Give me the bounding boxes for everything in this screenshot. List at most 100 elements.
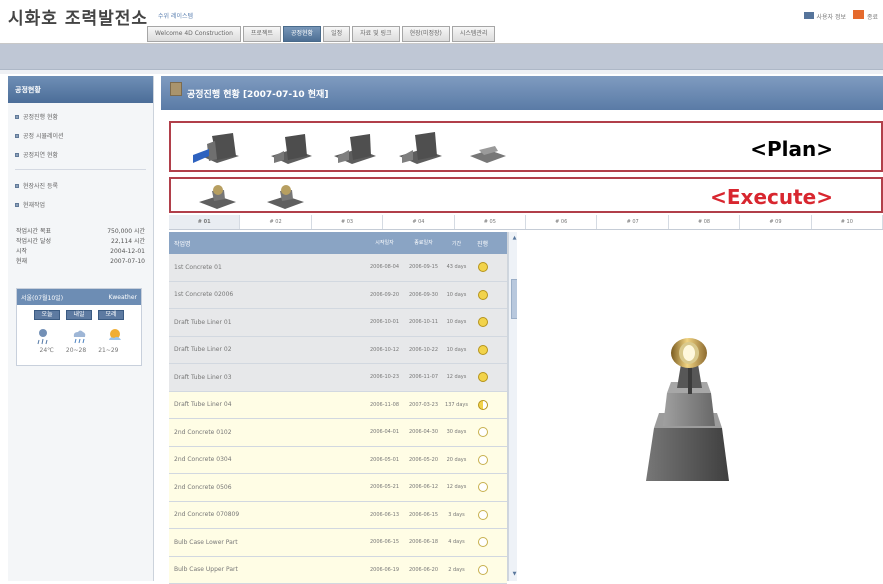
task-name: Draft Tube Liner 01 [169, 319, 365, 326]
turbine-model-3d[interactable] [517, 232, 883, 581]
end-date: 2006-06-15 [404, 512, 443, 518]
model-viewer[interactable] [517, 232, 883, 581]
sidebar-item-label: 공정 시뮬레이션 [23, 131, 64, 140]
table-row[interactable]: 2nd Concrete 0304 2006-05-01 2006-05-20 … [169, 447, 507, 475]
task-name: 1st Concrete 02006 [169, 291, 365, 298]
execute-phase-strip: <Execute> [169, 177, 883, 213]
table-row[interactable]: Draft Tube Liner 01 2006-10-01 2006-10-1… [169, 309, 507, 337]
plan-model-2[interactable] [271, 134, 312, 164]
table-row[interactable]: 1st Concrete 01 2006-08-04 2006-09-15 43… [169, 254, 507, 282]
duration: 20 days [443, 457, 470, 463]
progress-status-icon [478, 537, 488, 547]
task-name: 2nd Concrete 070809 [169, 511, 365, 518]
tab-step-01[interactable]: # 01 [169, 215, 240, 229]
stat-row: 작업시간 달성22,114 시간 [16, 237, 145, 247]
tab-step-08[interactable]: # 08 [669, 215, 740, 229]
table-row[interactable]: Draft Tube Liner 04 2006-11-08 2007-03-2… [169, 392, 507, 420]
task-name: 2nd Concrete 0102 [169, 429, 365, 436]
plan-label: <Plan> [750, 137, 833, 161]
tab-step-03[interactable]: # 03 [312, 215, 383, 229]
task-name: Bulb Case Upper Part [169, 566, 365, 573]
sidebar-item-label: 현재작업 [23, 200, 45, 209]
tab-step-09[interactable]: # 09 [740, 215, 811, 229]
bullet-icon [15, 115, 19, 119]
table-row[interactable]: Bulb Case Lower Part 2006-06-15 2006-06-… [169, 529, 507, 557]
tab-step-07[interactable]: # 07 [597, 215, 668, 229]
progress-status-icon [478, 455, 488, 465]
sidebar-item-process-simulation[interactable]: 공정 시뮬레이션 [15, 131, 146, 140]
nav-progress[interactable]: 공정현황 [283, 26, 321, 42]
weather-title: 서울(07월10일) [21, 293, 63, 302]
plan-model-4[interactable] [399, 132, 442, 164]
header-band [0, 44, 883, 70]
table-row[interactable]: 1st Concrete 02006 2006-09-20 2006-09-30… [169, 282, 507, 310]
stat-value: 2007-07-10 [110, 257, 145, 267]
plan-model-3[interactable] [334, 134, 376, 164]
nav-project[interactable]: 프로젝트 [243, 26, 281, 42]
table-row[interactable]: Bulb Case Upper Part 2006-06-19 2006-06-… [169, 557, 507, 584]
plan-model-5[interactable] [470, 146, 506, 163]
progress-cell [470, 537, 495, 547]
execute-label: <Execute> [710, 185, 833, 209]
weather-today-button[interactable]: 오늘 [34, 310, 60, 320]
progress-status-icon [478, 262, 488, 272]
cloud-rain-icon [70, 327, 88, 345]
tab-step-10[interactable]: # 10 [812, 215, 883, 229]
header-shadow [0, 70, 883, 74]
end-date: 2006-04-30 [404, 429, 443, 435]
table-row[interactable]: Draft Tube Liner 02 2006-10-12 2006-10-2… [169, 337, 507, 365]
nav-welcome[interactable]: Welcome 4D Construction [147, 26, 241, 42]
start-date: 2006-06-15 [365, 539, 404, 545]
sidebar-item-delay-status[interactable]: 공정지연 현황 [15, 150, 146, 159]
stat-value: 750,000 시간 [107, 227, 145, 237]
weather-header: 서울(07월10일)Kweather [17, 289, 141, 305]
nav-resources[interactable]: 자료 및 링크 [352, 26, 399, 42]
tab-step-05[interactable]: # 05 [455, 215, 526, 229]
stat-label: 시작 [16, 247, 27, 257]
sidebar-item-photo-register[interactable]: 현장사진 등록 [15, 181, 146, 190]
logout-link[interactable]: 종료 [867, 14, 878, 21]
table-row[interactable]: 2nd Concrete 070809 2006-06-13 2006-06-1… [169, 502, 507, 530]
sidebar-item-progress-status[interactable]: 공정진행 현황 [15, 112, 146, 121]
weather-widget: 서울(07월10일)Kweather 오늘 내일 모레 24℃ 20~28 21… [16, 288, 142, 366]
progress-status-icon [478, 400, 488, 410]
sidebar-item-current-work[interactable]: 현재작업 [15, 200, 146, 209]
temperature-today: 24℃ [40, 347, 54, 354]
nav-admin[interactable]: 시스템관리 [452, 26, 496, 42]
progress-status-icon [478, 290, 488, 300]
end-date: 2006-11-07 [404, 374, 443, 380]
logout-icon[interactable] [853, 10, 864, 19]
sidebar: 공정현황 공정진행 현황 공정 시뮬레이션 공정지연 현황 현장사진 등록 현재… [8, 76, 154, 581]
end-date: 2006-06-18 [404, 539, 443, 545]
weather-tomorrow-button[interactable]: 내일 [66, 310, 92, 320]
duration: 2 days [443, 567, 470, 573]
start-date: 2006-10-23 [365, 374, 404, 380]
table-row[interactable]: Draft Tube Liner 03 2006-10-23 2006-11-0… [169, 364, 507, 392]
plan-model-1[interactable] [193, 133, 239, 163]
start-date: 2006-08-04 [365, 264, 404, 270]
tab-step-04[interactable]: # 04 [383, 215, 454, 229]
column-duration: 기간 [443, 240, 470, 247]
end-date: 2006-10-11 [404, 319, 443, 325]
tab-step-06[interactable]: # 06 [526, 215, 597, 229]
nav-site[interactable]: 현장(미정장) [402, 26, 450, 42]
progress-cell [470, 427, 495, 437]
work-hours-stats: 작업시간 목표750,000 시간 작업시간 달성22,114 시간 시작200… [8, 227, 153, 267]
work-table: 작업명 시작일자 종료일자 기간 진행 1st Concrete 01 2006… [169, 232, 508, 581]
column-progress: 진행 [470, 239, 495, 248]
execute-model-2[interactable] [267, 185, 304, 209]
column-end-date: 종료일자 [404, 240, 443, 246]
tab-step-02[interactable]: # 02 [240, 215, 311, 229]
end-date: 2006-06-12 [404, 484, 443, 490]
duration: 10 days [443, 292, 470, 298]
table-row[interactable]: 2nd Concrete 0506 2006-05-21 2006-06-12 … [169, 474, 507, 502]
nav-schedule[interactable]: 일정 [323, 26, 350, 42]
sun-cloud-icon [106, 327, 124, 345]
start-date: 2006-04-01 [365, 429, 404, 435]
table-row[interactable]: 2nd Concrete 0102 2006-04-01 2006-04-30 … [169, 419, 507, 447]
progress-cell [470, 482, 495, 492]
execute-model-1[interactable] [199, 185, 236, 209]
weather-day-after-button[interactable]: 모레 [98, 310, 124, 320]
user-info-link[interactable]: 사용자 정보 [817, 14, 847, 21]
duration: 10 days [443, 347, 470, 353]
